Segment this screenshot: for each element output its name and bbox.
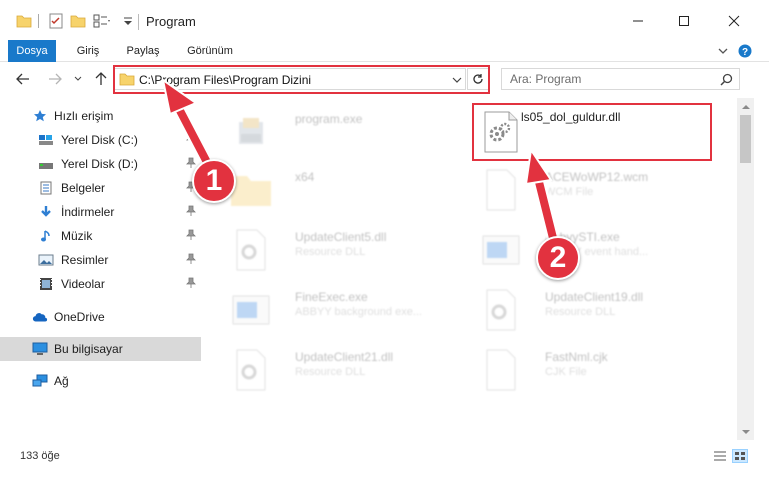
sidebar-item-videos[interactable]: Videolar (0, 272, 201, 296)
pictures-icon (38, 252, 54, 268)
navigation-pane: Hızlı erişim Yerel Disk (C:) Yerel Disk … (0, 96, 201, 440)
title-bar: Program (0, 0, 769, 40)
pin-icon[interactable] (186, 277, 198, 291)
drive-icon (38, 156, 54, 172)
search-icon[interactable] (720, 73, 733, 89)
dll-icon (227, 346, 275, 394)
pin-icon[interactable] (186, 133, 198, 147)
dll-icon (477, 286, 525, 334)
exe-icon (227, 108, 275, 156)
sidebar-item-onedrive[interactable]: OneDrive (0, 305, 201, 329)
drive-icon (38, 132, 54, 148)
file-item-acewowp12-wcm[interactable]: ACEWoWP12.wcm WCM File (475, 160, 725, 218)
scroll-thumb[interactable] (740, 115, 751, 163)
step-2-badge: 2 (536, 236, 580, 280)
file-icon (477, 346, 525, 394)
details-view-icon[interactable] (712, 449, 728, 463)
dll-icon (227, 226, 275, 274)
file-item-fastnml-cjk[interactable]: FastNml.cjk CJK File (475, 340, 725, 398)
file-icon (477, 166, 525, 214)
exe-icon (477, 226, 525, 274)
cloud-icon (32, 309, 48, 325)
video-icon (38, 276, 54, 292)
forward-button[interactable] (46, 70, 64, 88)
expand-ribbon-icon[interactable] (715, 43, 731, 59)
up-button[interactable] (92, 70, 110, 88)
minimize-button[interactable] (615, 6, 661, 36)
documents-icon (38, 180, 54, 196)
star-icon (32, 108, 48, 124)
file-item-program-exe[interactable]: program.exe (225, 102, 475, 160)
exe-icon (227, 286, 275, 334)
view-options-icon[interactable] (92, 12, 112, 30)
search-box[interactable] (501, 68, 740, 90)
customize-toolbar-icon[interactable] (120, 12, 136, 30)
ribbon-tabs: Dosya Giriş Paylaş Görünüm ? (0, 40, 769, 62)
item-count: 133 öğe (20, 450, 60, 462)
status-bar: 133 öğe (0, 440, 769, 484)
svg-text:?: ? (742, 47, 748, 58)
sidebar-item-local-disk-d[interactable]: Yerel Disk (D:) (0, 152, 201, 176)
tab-view[interactable]: Görünüm (180, 40, 240, 62)
tab-file[interactable]: Dosya (8, 40, 56, 62)
file-item-fineexec-exe[interactable]: FineExec.exe ABBYY background exe... (225, 280, 475, 338)
large-icons-view-icon[interactable] (732, 449, 748, 463)
properties-icon[interactable] (48, 12, 64, 30)
sidebar-item-documents[interactable]: Belgeler (0, 176, 201, 200)
vertical-scrollbar[interactable] (737, 98, 754, 440)
pin-icon[interactable] (186, 229, 198, 243)
help-icon[interactable]: ? (737, 43, 753, 59)
scroll-up-arrow[interactable] (737, 98, 754, 115)
step-1-badge: 1 (192, 159, 236, 203)
sidebar-item-network[interactable]: Ağ (0, 369, 201, 393)
computer-icon (32, 341, 48, 357)
sidebar-item-downloads[interactable]: İndirmeler (0, 200, 201, 224)
file-item-updateclient5-dll[interactable]: UpdateClient5.dll Resource DLL (225, 220, 475, 278)
folder-icon (16, 12, 32, 30)
new-folder-icon[interactable] (70, 12, 86, 30)
pin-icon[interactable] (186, 205, 198, 219)
pin-icon[interactable] (186, 253, 198, 267)
sidebar-item-this-pc[interactable]: Bu bilgisayar (0, 337, 201, 361)
file-item-x64[interactable]: x64 (225, 160, 475, 218)
search-input[interactable] (510, 72, 710, 86)
maximize-button[interactable] (661, 6, 707, 36)
title-separator (138, 14, 139, 30)
file-item-updateclient21-dll[interactable]: UpdateClient21.dll Resource DLL (225, 340, 475, 398)
window-title: Program (146, 14, 196, 29)
music-icon (38, 228, 54, 244)
back-button[interactable] (14, 70, 32, 88)
recent-locations-icon[interactable] (72, 70, 84, 88)
toolbar-separator (36, 12, 40, 30)
tab-home[interactable]: Giriş (66, 40, 110, 62)
scroll-down-arrow[interactable] (737, 423, 754, 440)
sidebar-item-pictures[interactable]: Resimler (0, 248, 201, 272)
file-item-updateclient19-dll[interactable]: UpdateClient19.dll Resource DLL (475, 280, 725, 338)
sidebar-item-quick-access[interactable]: Hızlı erişim (0, 104, 201, 128)
address-highlight-box (113, 65, 490, 94)
tab-share[interactable]: Paylaş (118, 40, 168, 62)
network-icon (32, 373, 48, 389)
sidebar-item-music[interactable]: Müzik (0, 224, 201, 248)
sidebar-item-local-disk-c[interactable]: Yerel Disk (C:) (0, 128, 201, 152)
close-button[interactable] (711, 6, 757, 36)
file-item-abbyysti-exe[interactable]: AbbyySTI.exe ABBYY event hand... (475, 220, 725, 278)
download-icon (38, 204, 54, 220)
file-highlight-box (472, 103, 712, 161)
